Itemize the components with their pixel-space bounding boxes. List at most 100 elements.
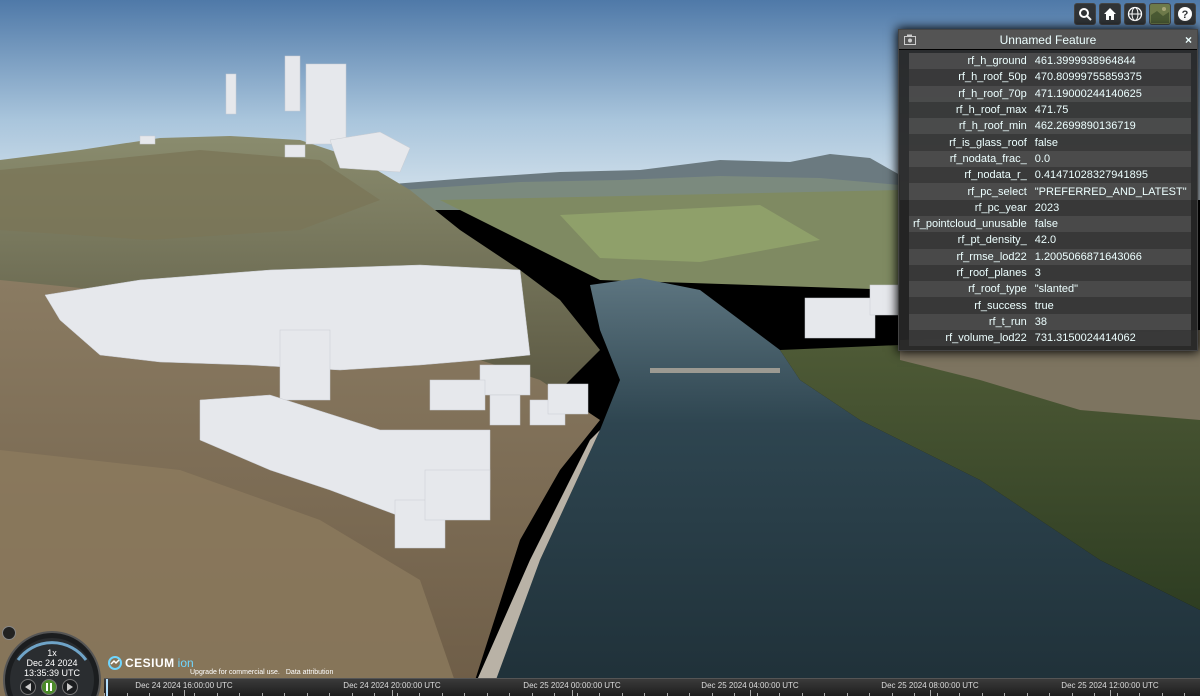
animation-speed: 1x bbox=[47, 648, 57, 658]
attribute-table: rf_h_ground 461.3999938964844 rf_h_roof_50… bbox=[909, 53, 1191, 347]
reverse-icon bbox=[25, 683, 31, 691]
attribute-key: rf_nodata_frac_ bbox=[949, 152, 1027, 165]
viewer-toolbar: ? bbox=[1074, 3, 1196, 25]
attribute-key: rf_roof_type bbox=[968, 283, 1027, 296]
attribute-key: rf_success bbox=[974, 299, 1027, 312]
attribute-row: rf_pointcloud_unusable false bbox=[909, 215, 1191, 233]
cesium-logo-ion: ion bbox=[177, 656, 194, 670]
attribute-row: rf_h_roof_50p 470.80999755859375 bbox=[909, 69, 1191, 86]
attribute-value: 470.80999755859375 bbox=[1034, 71, 1142, 84]
timeline-major-tick bbox=[930, 690, 931, 696]
close-icon[interactable]: × bbox=[1185, 30, 1192, 50]
search-icon bbox=[1079, 8, 1092, 21]
timeline-label: Dec 25 2024 12:00:00 UTC bbox=[1061, 681, 1159, 690]
timeline-needle[interactable] bbox=[106, 679, 108, 696]
play-button[interactable] bbox=[62, 679, 78, 695]
bridge bbox=[650, 368, 780, 373]
attribute-value: false bbox=[1034, 218, 1059, 231]
credit-bar: Upgrade for commercial use. Data attribu… bbox=[190, 669, 333, 676]
attribute-row: rf_pc_select "PREFERRED_AND_LATEST" bbox=[909, 183, 1191, 200]
attribute-key: rf_pc_year bbox=[974, 201, 1027, 214]
attribute-row: rf_h_roof_min 462.2699890136719 bbox=[909, 118, 1191, 135]
timeline-major-tick bbox=[750, 690, 751, 696]
feature-infobox: Unnamed Feature × rf_h_ground 461.3999938… bbox=[898, 29, 1198, 351]
scene-mode-button[interactable] bbox=[1124, 3, 1146, 25]
attribute-key: rf_pt_density_ bbox=[957, 234, 1027, 247]
attribute-row: rf_nodata_frac_ 0.0 bbox=[909, 150, 1191, 168]
attribute-value: 3 bbox=[1034, 267, 1041, 279]
home-button[interactable] bbox=[1099, 3, 1121, 25]
infobox-title: Unnamed Feature bbox=[999, 33, 1097, 47]
cesium-ion-logo[interactable]: CESIUM ion bbox=[108, 656, 194, 670]
attribute-key: rf_roof_planes bbox=[956, 267, 1027, 279]
attribute-key: rf_nodata_r_ bbox=[964, 169, 1027, 182]
attribute-value: 0.41471028327941895 bbox=[1034, 169, 1148, 182]
attribute-row: rf_h_ground 461.3999938964844 bbox=[909, 53, 1191, 70]
timeline-major-tick bbox=[1110, 690, 1111, 696]
attribute-key: rf_t_run bbox=[988, 315, 1027, 328]
attribute-row: rf_pt_density_ 42.0 bbox=[909, 232, 1191, 249]
attribute-key: rf_pointcloud_unusable bbox=[913, 218, 1027, 231]
attribute-value: 462.2699890136719 bbox=[1034, 120, 1136, 133]
help-button[interactable]: ? bbox=[1174, 3, 1196, 25]
cesium-3d-viewer[interactable]: ? Unnamed Feature × rf_h_ground 461.39999… bbox=[0, 0, 1200, 696]
attribute-row: rf_t_run 38 bbox=[909, 313, 1191, 331]
attribute-key: rf_is_glass_roof bbox=[949, 136, 1027, 149]
attribute-key: rf_volume_lod22 bbox=[945, 332, 1027, 345]
timeline[interactable]: Dec 24 2024 16:00:00 UTC Dec 24 2024 20:0… bbox=[104, 678, 1200, 696]
play-icon bbox=[67, 683, 73, 691]
play-reverse-button[interactable] bbox=[20, 679, 36, 695]
attribute-value: true bbox=[1034, 299, 1054, 312]
timeline-major-tick bbox=[392, 690, 393, 696]
attribute-value: 461.3999938964844 bbox=[1034, 55, 1136, 68]
animation-date: Dec 24 2024 bbox=[26, 658, 78, 668]
data-attribution-link[interactable]: Data attribution bbox=[286, 669, 333, 676]
attribute-value: 42.0 bbox=[1034, 234, 1057, 247]
attribute-row: rf_roof_planes 3 bbox=[909, 264, 1191, 282]
cesium-logo-icon bbox=[108, 656, 122, 670]
attribute-row: rf_pc_year 2023 bbox=[909, 199, 1191, 216]
attribute-key: rf_h_roof_50p bbox=[958, 71, 1027, 84]
attribute-row: rf_nodata_r_ 0.41471028327941895 bbox=[909, 167, 1191, 184]
attribute-key: rf_pc_select bbox=[967, 185, 1027, 198]
attribute-row: rf_is_glass_roof false bbox=[909, 134, 1191, 151]
clock-speed-icon[interactable] bbox=[2, 626, 16, 640]
attribute-row: rf_rmse_lod22 1.2005066871643066 bbox=[909, 248, 1191, 265]
infobox-titlebar: Unnamed Feature × bbox=[899, 30, 1197, 50]
svg-text:?: ? bbox=[1182, 9, 1189, 21]
attribute-key: rf_h_roof_70p bbox=[958, 87, 1027, 100]
attribute-row: rf_h_roof_70p 471.19000244140625 bbox=[909, 85, 1191, 102]
attribute-value: 731.3150024414062 bbox=[1034, 332, 1136, 345]
attribute-value: 0.0 bbox=[1034, 152, 1051, 165]
attribute-key: rf_rmse_lod22 bbox=[956, 250, 1027, 263]
attribute-row: rf_volume_lod22 731.3150024414062 bbox=[909, 330, 1191, 347]
timeline-label: Dec 25 2024 00:00:00 UTC bbox=[523, 681, 621, 690]
attribute-key: rf_h_roof_min bbox=[958, 120, 1027, 133]
attribute-value: 471.75 bbox=[1034, 104, 1069, 117]
home-icon bbox=[1104, 8, 1116, 20]
attribute-row: rf_success true bbox=[909, 297, 1191, 314]
base-layer-picker-button[interactable] bbox=[1149, 3, 1171, 25]
timeline-label: Dec 24 2024 20:00:00 UTC bbox=[343, 681, 441, 690]
timeline-major-tick bbox=[184, 690, 185, 696]
globe-icon bbox=[1127, 6, 1143, 22]
upgrade-link[interactable]: Upgrade for commercial use. bbox=[190, 669, 280, 676]
timeline-major-tick bbox=[572, 690, 573, 696]
attribute-value: "slanted" bbox=[1034, 283, 1079, 296]
pause-icon bbox=[46, 683, 52, 691]
attribute-row: rf_roof_type "slanted" bbox=[909, 281, 1191, 298]
geocoder-search-button[interactable] bbox=[1074, 3, 1096, 25]
attribute-value: false bbox=[1034, 136, 1059, 149]
animation-time: 13:35:39 UTC bbox=[23, 668, 81, 678]
pause-button[interactable] bbox=[41, 679, 57, 695]
cesium-logo-word: CESIUM bbox=[125, 656, 175, 670]
attribute-row: rf_h_roof_max 471.75 bbox=[909, 101, 1191, 119]
timeline-label: Dec 25 2024 04:00:00 UTC bbox=[701, 681, 799, 690]
attribute-key: rf_h_roof_max bbox=[955, 104, 1027, 117]
attribute-value: "PREFERRED_AND_LATEST" bbox=[1034, 185, 1187, 198]
timeline-label: Dec 25 2024 08:00:00 UTC bbox=[881, 681, 979, 690]
camera-icon[interactable] bbox=[904, 34, 916, 45]
help-icon: ? bbox=[1178, 7, 1192, 21]
attribute-key: rf_h_ground bbox=[967, 55, 1027, 68]
timeline-label: Dec 24 2024 16:00:00 UTC bbox=[135, 681, 233, 690]
